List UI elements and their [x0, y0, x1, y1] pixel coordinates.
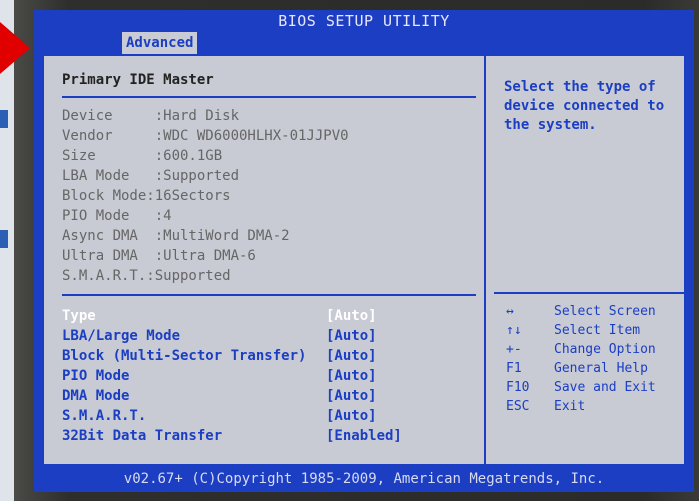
help-text: Select the type of device connected to t… [504, 79, 665, 133]
key-label: F10 [506, 380, 530, 395]
key-desc: Change Option [554, 342, 656, 357]
info-block-mode: Block Mode:16Sectors [62, 188, 231, 204]
option-label: DMA Mode [62, 388, 130, 404]
option-value[interactable]: [Enabled] [326, 428, 402, 444]
option-label: LBA/Large Mode [62, 328, 181, 344]
tab-advanced[interactable]: Advanced [122, 32, 198, 54]
key-desc: General Help [554, 361, 648, 376]
option-label: Type [62, 308, 96, 324]
bios-screen: BIOS SETUP UTILITY Advanced Primary IDE … [34, 10, 694, 492]
key-label: ↔ [506, 304, 514, 319]
help-pane: Select the type of device connected to t… [494, 56, 684, 464]
option-label: S.M.A.R.T. [62, 408, 147, 424]
divider [62, 294, 476, 296]
option-value[interactable]: [Auto] [326, 388, 377, 404]
key-label: ↑↓ [506, 323, 522, 338]
main-panel: Primary IDE Master Device :Hard Disk Ven… [42, 54, 686, 466]
key-label: +- [506, 342, 522, 357]
info-vendor: Vendor :WDC WD6000HLHX-01JJPV0 [62, 128, 349, 144]
key-exit: ESC Exit [506, 399, 585, 459]
background-mark [0, 110, 8, 128]
bios-title: BIOS SETUP UTILITY [34, 10, 694, 32]
option-value[interactable]: [Auto] [326, 408, 377, 424]
settings-pane: Primary IDE Master Device :Hard Disk Ven… [50, 56, 480, 464]
key-desc: Save and Exit [554, 380, 656, 395]
key-desc: Exit [554, 399, 586, 414]
info-ultra-dma: Ultra DMA :Ultra DMA-6 [62, 248, 256, 264]
option-label: Block (Multi-Sector Transfer) [62, 348, 307, 364]
page-title: Primary IDE Master [62, 72, 214, 88]
key-desc: Select Item [554, 323, 641, 338]
info-size: Size :600.1GB [62, 148, 223, 164]
key-label: F1 [506, 361, 522, 376]
option-value[interactable]: [Auto] [326, 308, 377, 324]
option-value[interactable]: [Auto] [326, 368, 377, 384]
info-async-dma: Async DMA :MultiWord DMA-2 [62, 228, 290, 244]
divider [494, 292, 684, 294]
option-value[interactable]: [Auto] [326, 348, 377, 364]
info-pio-mode: PIO Mode :4 [62, 208, 172, 224]
option-value[interactable]: [Auto] [326, 328, 377, 344]
key-desc: Select Screen [554, 304, 656, 319]
copyright-footer: v02.67+ (C)Copyright 1985-2009, American… [34, 466, 694, 492]
option-label: PIO Mode [62, 368, 130, 384]
red-arrow-icon [0, 22, 30, 74]
info-lba-mode: LBA Mode :Supported [62, 168, 240, 184]
info-smart: S.M.A.R.T.:Supported [62, 268, 231, 284]
background-mark [0, 230, 8, 248]
key-label: ESC [506, 399, 530, 414]
pane-divider [484, 56, 486, 464]
tab-bar: Advanced [34, 32, 694, 54]
option-label: 32Bit Data Transfer [62, 428, 223, 444]
info-device: Device :Hard Disk [62, 108, 240, 124]
divider [62, 96, 476, 98]
